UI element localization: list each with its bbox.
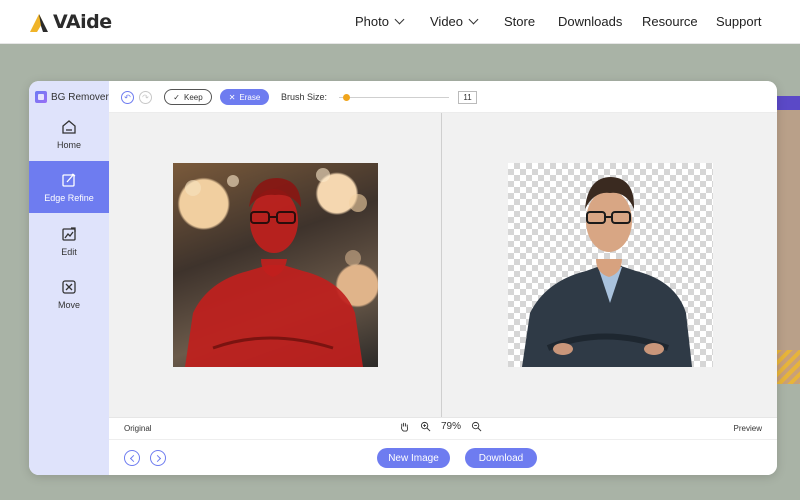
keep-label: Keep [184,92,203,102]
nav-label: Video [430,14,464,29]
download-button[interactable]: Download [465,448,537,468]
new-image-button[interactable]: New Image [377,448,450,468]
person-cutout [522,177,692,367]
background-decoration [776,350,800,384]
background-decoration [776,110,800,382]
canvas-area [109,113,777,417]
brush-size-input[interactable]: 11 [458,91,477,104]
erase-button[interactable]: ✕ Erase [220,89,269,105]
nav-photo[interactable]: Photo [355,14,405,29]
chevron-down-icon [468,14,479,25]
nav-label: Resource [642,14,698,29]
home-icon [62,119,76,134]
sidebar-item-label: Home [56,139,81,150]
keep-button[interactable]: ✓ Keep [164,89,212,105]
eraser-icon: ✕ [228,92,236,102]
status-bar: Original 79% Preview [109,417,777,439]
app-title: BG Remover [35,91,109,103]
app-logo-icon [35,91,47,103]
site-header: VAide Photo Video Store Downloads Resour… [0,0,800,44]
site-logo[interactable]: VAide [30,11,112,33]
brush-size-slider-thumb[interactable] [343,94,350,101]
redo-icon: ↷ [142,93,149,102]
nav-label: Support [716,14,762,29]
nav-label: Photo [355,14,389,29]
brush-keep-icon: ✓ [173,92,180,102]
brush-size-label: Brush Size: [281,92,328,102]
brush-size-slider[interactable] [339,97,449,98]
next-button[interactable] [150,450,166,466]
sidebar-item-label: Edge Refine [44,192,94,203]
background-decoration [776,96,800,110]
nav-support[interactable]: Support [716,14,762,29]
bg-remover-window: BG Remover Home Edge Refine Edit Move ↶ … [29,81,777,475]
nav-downloads[interactable]: Downloads [558,14,622,29]
original-image[interactable] [173,163,378,367]
app-title-text: BG Remover [51,91,109,103]
preview-image[interactable] [508,163,713,367]
logo-text: VAide [53,11,112,33]
move-icon [62,279,76,294]
preview-label: Preview [733,424,762,433]
nav-video[interactable]: Video [430,14,479,29]
logo-mark-icon [30,14,48,32]
footer-bar: New Image Download [109,439,777,475]
toolbar: ↶ ↷ ✓ Keep ✕ Erase Brush Size: 11 [109,81,777,113]
sidebar: BG Remover Home Edge Refine Edit Move [29,81,109,475]
sidebar-item-edit[interactable]: Edit [29,215,109,267]
edit-icon [62,226,76,241]
sidebar-item-label: Move [57,299,80,310]
chevron-down-icon [394,14,405,25]
split-divider[interactable] [441,113,442,417]
person-photo-masked [185,168,367,367]
previous-button[interactable] [124,450,140,466]
zoom-in-icon[interactable] [420,421,431,432]
hand-icon[interactable] [399,421,410,432]
original-label: Original [124,424,152,433]
undo-icon: ↶ [124,93,131,102]
redo-button[interactable]: ↷ [139,91,152,104]
zoom-out-icon[interactable] [471,421,482,432]
nav-label: Store [504,14,536,29]
sidebar-item-edge-refine[interactable]: Edge Refine [29,161,109,213]
sidebar-item-move[interactable]: Move [29,268,109,320]
nav-resource[interactable]: Resource [642,14,698,29]
nav-store[interactable]: Store [504,14,535,29]
undo-button[interactable]: ↶ [121,91,134,104]
nav-label: Downloads [558,14,623,29]
sidebar-item-home[interactable]: Home [29,108,109,160]
sidebar-item-label: Edit [61,246,77,257]
zoom-controls: 79% [399,421,482,432]
edge-refine-icon [62,172,76,187]
erase-label: Erase [239,92,261,102]
zoom-level: 79% [441,421,462,432]
